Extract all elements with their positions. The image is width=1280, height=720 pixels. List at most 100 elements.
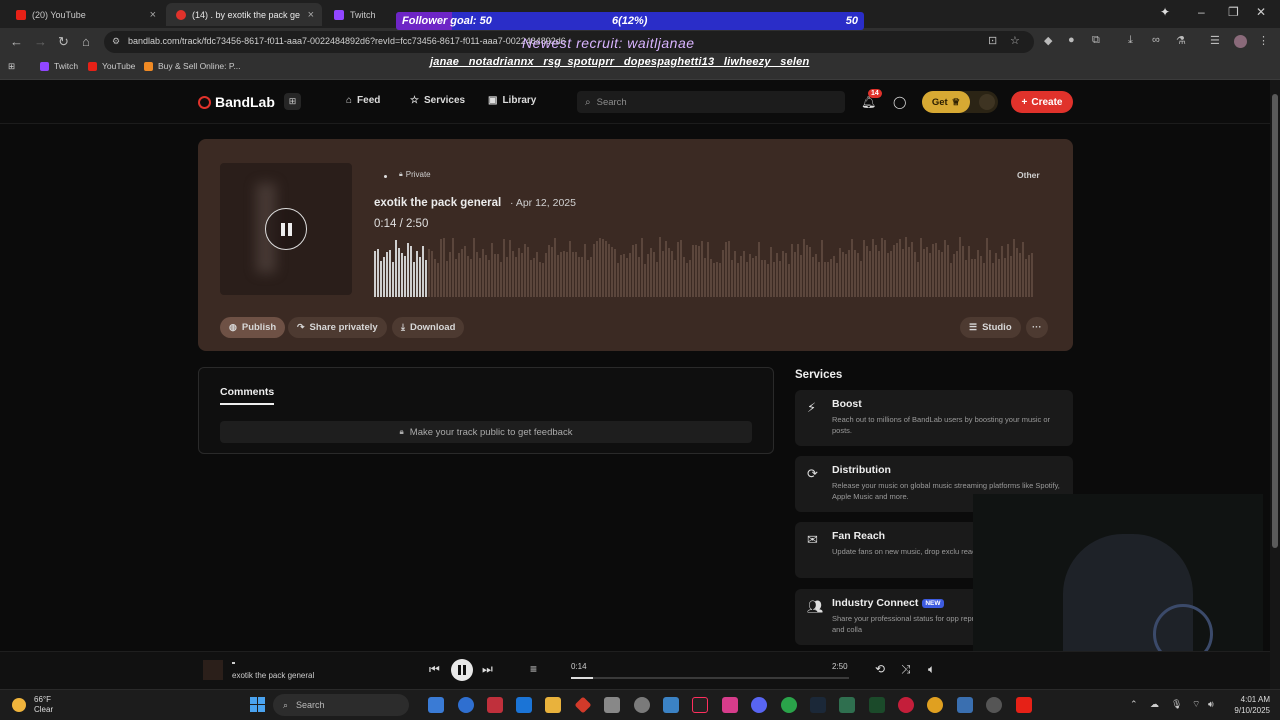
download-icon[interactable]: ⤓ [1128, 34, 1133, 47]
nav-feed[interactable]: ⌂ Feed [346, 95, 380, 106]
volume-icon[interactable]: 🔈︎ [928, 662, 935, 677]
chevron-up-icon[interactable]: ⌃ [1130, 699, 1138, 710]
file-explorer-icon[interactable] [545, 697, 561, 713]
site-info-icon[interactable]: ⚙ [112, 36, 120, 47]
profile-avatar[interactable] [1234, 35, 1247, 48]
app-icon[interactable] [574, 696, 592, 714]
extension-icon[interactable]: ◆ [1044, 34, 1052, 47]
get-membership-button[interactable]: Get ♕ [922, 91, 998, 113]
copilot-icon[interactable] [428, 697, 444, 713]
app-icon[interactable] [869, 697, 885, 713]
more-options-button[interactable]: ··· [1026, 317, 1048, 338]
player-progress-bar[interactable] [571, 677, 849, 679]
close-icon[interactable]: × [308, 9, 314, 21]
reload-icon[interactable]: ↻ [58, 34, 69, 50]
service-boost[interactable]: ⚡︎ Boost Reach out to millions of BandLa… [795, 390, 1073, 446]
publish-button[interactable]: ◍ Publish [220, 317, 286, 338]
scrollbar-thumb[interactable] [1272, 94, 1278, 548]
gemini-icon[interactable]: ✦ [1160, 5, 1170, 19]
bookmark-twitch[interactable]: Twitch [40, 61, 78, 71]
nav-library[interactable]: ▣ Library [488, 95, 536, 106]
app-icon[interactable] [957, 697, 973, 713]
settings-icon[interactable] [634, 697, 650, 713]
wifi-icon[interactable]: ⌔ [1192, 699, 1200, 710]
waveform[interactable] [374, 237, 1034, 297]
xbox-icon[interactable] [781, 697, 797, 713]
taskbar-clock[interactable]: 4:01 AM 9/10/2025 [1222, 694, 1270, 716]
shuffle-icon[interactable]: ⤨ [901, 662, 911, 677]
minimize-icon[interactable]: – [1198, 5, 1205, 19]
pause-button[interactable] [265, 208, 307, 250]
bookmark-star-icon[interactable]: ☆ [1010, 34, 1020, 47]
bookmark-youtube[interactable]: YouTube [88, 61, 135, 71]
track-title[interactable]: exotik the pack general [374, 197, 501, 209]
avatar[interactable] [979, 94, 995, 110]
apps-grid-button[interactable]: ⊞ [284, 93, 301, 110]
close-window-icon[interactable]: ✕ [1256, 5, 1266, 19]
bookmark-marketplace[interactable]: Buy & Sell Online: P... [144, 61, 241, 71]
extension-icon[interactable]: ● [1068, 34, 1075, 46]
weather-widget[interactable]: 66°F Clear [12, 695, 53, 715]
back-icon[interactable]: ← [10, 34, 23, 49]
repeat-icon[interactable]: ⟲ [875, 662, 885, 676]
apps-icon[interactable]: ⊞ [8, 61, 15, 72]
app-icon[interactable] [663, 697, 679, 713]
tab-twitch[interactable]: Twitch [324, 3, 394, 26]
instagram-icon[interactable] [722, 697, 738, 713]
tab-bandlab[interactable]: (14) . by exotik the pack ge × [166, 3, 322, 26]
store-icon[interactable] [604, 697, 620, 713]
opera-icon[interactable] [898, 697, 914, 713]
player-track-title[interactable]: exotik the pack general [232, 671, 314, 680]
install-icon[interactable]: ⊡ [988, 34, 997, 47]
next-icon[interactable]: ⏭︎ [482, 662, 493, 677]
waveform-bar [611, 246, 613, 297]
waveform-bar [440, 238, 442, 297]
share-privately-button[interactable]: ↷ Share privately [288, 317, 387, 338]
mic-icon[interactable]: 🎙︎ [1171, 699, 1182, 710]
app-icon[interactable] [839, 697, 855, 713]
tiktok-icon[interactable] [692, 697, 708, 713]
taskbar-search[interactable]: ⌕ Search [273, 694, 409, 716]
waveform-bar [626, 258, 628, 297]
waveform-bar [797, 244, 799, 297]
cloud-icon[interactable]: ☁ [1150, 699, 1159, 710]
menu-icon[interactable]: ⋮ [1258, 34, 1269, 47]
edge-icon[interactable] [458, 697, 474, 713]
obs-icon[interactable] [986, 697, 1002, 713]
genre-tag[interactable]: Other [1017, 170, 1040, 180]
link-icon[interactable]: ∞ [1152, 34, 1160, 46]
close-icon[interactable]: × [150, 9, 156, 21]
youtube-icon[interactable] [1016, 697, 1032, 713]
download-button[interactable]: ⤓ Download [392, 317, 465, 338]
bandlab-logo[interactable]: BandLab [198, 94, 275, 110]
discord-icon[interactable] [751, 697, 767, 713]
waveform-bar [1007, 244, 1009, 297]
message-icon[interactable]: ◯ [893, 95, 906, 109]
previous-icon[interactable]: ⏮︎ [429, 662, 440, 677]
extensions-puzzle-icon[interactable]: ⧉ [1092, 34, 1100, 47]
waveform-bar [617, 263, 619, 297]
tab-youtube[interactable]: (20) YouTube × [6, 3, 164, 26]
maximize-icon[interactable]: ❐ [1228, 5, 1239, 19]
create-button[interactable]: + Create [1011, 91, 1073, 113]
nav-services[interactable]: ☆ Services [410, 95, 465, 106]
chrome-icon[interactable] [927, 697, 943, 713]
tab-comments[interactable]: Comments [220, 386, 275, 405]
player-artwork[interactable] [203, 660, 223, 680]
mail-app-icon[interactable] [516, 697, 532, 713]
lab-icon[interactable]: ⚗ [1176, 34, 1186, 47]
waveform-bar [773, 261, 775, 297]
volume-icon[interactable]: 🔊︎ [1208, 699, 1214, 710]
waveform-bar [725, 241, 727, 297]
app-icon[interactable] [487, 697, 503, 713]
search-input[interactable]: ⌕ Search [577, 91, 845, 113]
sidebar-icon[interactable]: ☰ [1210, 34, 1220, 47]
forward-icon[interactable]: → [34, 34, 47, 49]
studio-button[interactable]: ☰ Studio [960, 317, 1021, 338]
queue-icon[interactable]: ≡ [530, 662, 537, 676]
page-scrollbar[interactable] [1270, 80, 1280, 689]
player-pause-button[interactable] [451, 659, 473, 681]
start-button[interactable] [250, 697, 265, 712]
home-icon[interactable]: ⌂ [82, 34, 90, 49]
steam-icon[interactable] [810, 697, 826, 713]
